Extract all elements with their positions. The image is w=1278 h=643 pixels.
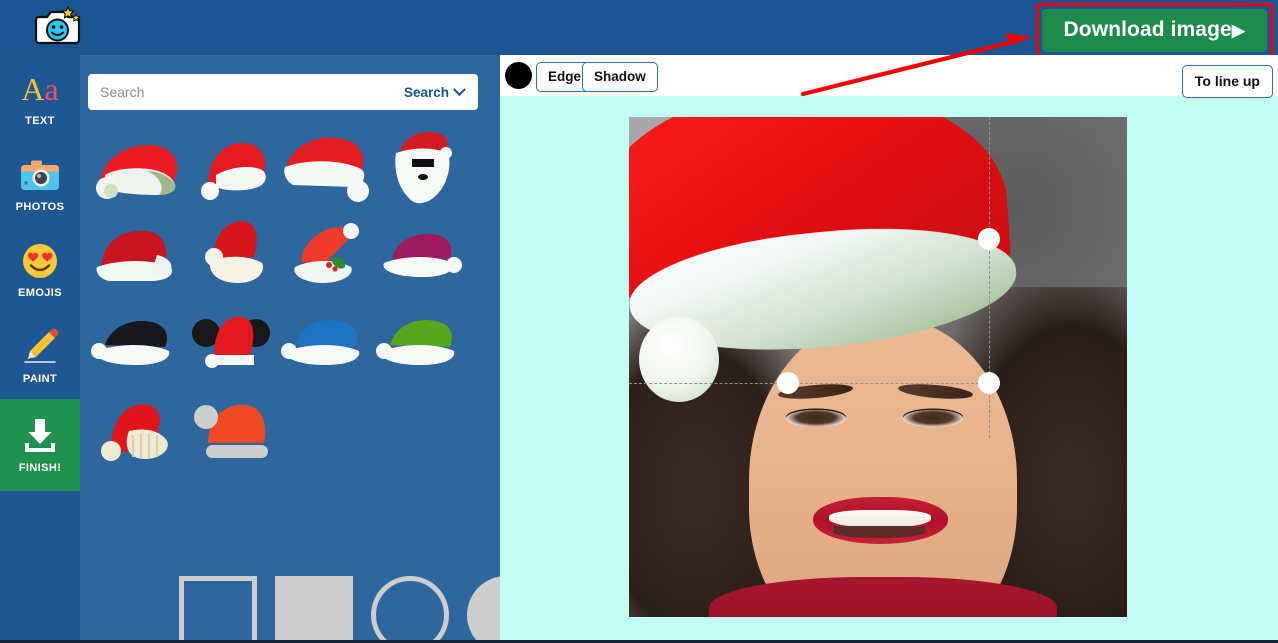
handle-resize-corner[interactable] — [978, 372, 1000, 394]
sidebar-item-paint[interactable]: PAINT — [0, 313, 80, 399]
sidebar-item-photos[interactable]: PHOTOS — [0, 141, 80, 227]
sticker-santa-hat-dark-red-velvet[interactable] — [88, 211, 183, 299]
search-bar: Search — [88, 74, 478, 110]
sticker-santa-hat-mouse-ears-red[interactable] — [183, 299, 278, 387]
sticker-santa-hat-magenta-purple[interactable] — [373, 211, 468, 299]
handle-move-center[interactable] — [777, 372, 799, 394]
sticker-santa-hat-black[interactable] — [88, 299, 183, 387]
sticker-row — [88, 123, 492, 211]
sticker-santa-hat-red-with-holly[interactable] — [278, 211, 373, 299]
sidebar-label-finish: FINISH! — [18, 462, 62, 474]
circle-filled-icon — [467, 576, 500, 643]
sticker-santa-hat-tall-red-cream[interactable] — [183, 211, 278, 299]
sticker-santa-hat-flat-orange[interactable] — [183, 387, 278, 475]
shape-tool-row — [170, 567, 500, 643]
square-outline-icon — [179, 576, 257, 643]
play-caret-icon: ▶ — [1231, 21, 1245, 40]
canvas-photo[interactable] — [629, 117, 1127, 617]
sticker-santa-hat-plush-red-pompom[interactable] — [278, 123, 373, 211]
sidebar-item-text[interactable]: Aa TEXT — [0, 55, 80, 141]
canvas-area: Edge Shadow To line up — [500, 55, 1278, 643]
shape-square-outline[interactable] — [170, 567, 266, 643]
download-tray-icon — [20, 416, 60, 456]
sticker-empty-slot — [373, 387, 468, 475]
color-swatch-button[interactable] — [505, 62, 532, 89]
sticker-santa-hat-red-knit-beanie[interactable] — [88, 387, 183, 475]
pencil-icon — [21, 327, 59, 367]
sticker-row — [88, 299, 492, 387]
camera-smiley-logo[interactable] — [33, 3, 83, 48]
square-filled-icon — [275, 576, 353, 643]
sticker-grid — [88, 123, 492, 475]
applied-santa-hat-pompom — [638, 317, 719, 402]
sidebar-label-photos: PHOTOS — [15, 201, 65, 213]
sticker-santa-hat-blue[interactable] — [278, 299, 373, 387]
canvas-toolbar: Edge Shadow To line up — [500, 55, 1278, 98]
sidebar-label-emojis: EMOJIS — [18, 287, 62, 299]
selection-guide-horizontal — [629, 383, 989, 384]
sidebar-label-text: TEXT — [25, 115, 55, 127]
sidebar-item-finish[interactable]: FINISH! — [0, 399, 80, 491]
sticker-panel: Search Search — [80, 55, 500, 643]
sticker-row — [88, 211, 492, 299]
to-line-up-button[interactable]: To line up — [1181, 65, 1273, 98]
app-root: Download image▶ Aa TEXT PHOTOS EMOJIS PA… — [0, 0, 1278, 643]
download-image-button[interactable]: Download image▶ — [1041, 9, 1267, 52]
search-button-label: Search — [403, 84, 449, 100]
app-header: Download image▶ — [0, 0, 1278, 58]
sticker-santa-hat-wide-red-fur[interactable] — [88, 123, 183, 211]
sticker-santa-hat-slouched-red[interactable] — [183, 123, 278, 211]
chevron-down-icon — [453, 82, 466, 96]
handle-rotate-right[interactable] — [978, 228, 1000, 250]
sticker-empty-slot — [278, 387, 373, 475]
shape-circle-filled[interactable] — [458, 567, 500, 643]
download-image-label: Download image — [1063, 18, 1232, 41]
search-input[interactable] — [88, 75, 398, 109]
photo-eye-right — [902, 410, 963, 427]
heart-eyes-icon — [22, 241, 58, 281]
text-aa-icon: Aa — [21, 71, 59, 107]
shape-square-filled[interactable] — [266, 567, 362, 643]
search-submit-dropdown[interactable]: Search — [398, 82, 478, 100]
sidebar-label-paint: PAINT — [22, 373, 58, 385]
download-highlight-box: Download image▶ — [1035, 3, 1273, 58]
photo-eye-left — [785, 410, 846, 427]
camera-icon — [20, 155, 60, 195]
sidebar-item-emojis[interactable]: EMOJIS — [0, 227, 80, 313]
sticker-santa-hat-with-white-beard[interactable] — [373, 123, 468, 211]
photo-face — [748, 317, 1018, 617]
shadow-button[interactable]: Shadow — [582, 62, 658, 92]
photo-mouth-interior — [833, 525, 926, 538]
shape-circle-outline[interactable] — [362, 567, 458, 643]
left-sidebar: Aa TEXT PHOTOS EMOJIS PAINT FINISH! — [0, 55, 80, 643]
sticker-santa-hat-green[interactable] — [373, 299, 468, 387]
sticker-row — [88, 387, 492, 475]
circle-outline-icon — [371, 576, 449, 643]
